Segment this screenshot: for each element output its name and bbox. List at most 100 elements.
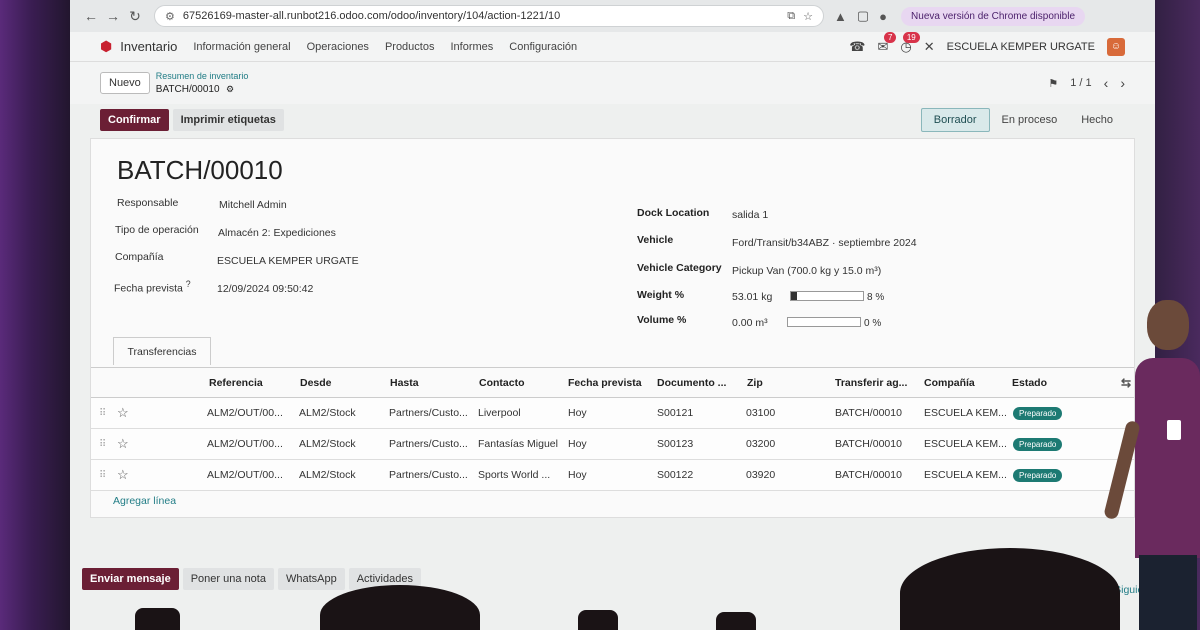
tab-transferencias[interactable]: Transferencias	[113, 337, 211, 365]
col-documento[interactable]: Documento ...	[657, 377, 726, 389]
print-labels-button[interactable]: Imprimir etiquetas	[172, 109, 284, 131]
col-estado[interactable]: Estado	[1012, 377, 1047, 389]
compania-field[interactable]: ESCUELA KEMPER URGATE	[217, 255, 359, 267]
status-badge: Preparado	[1013, 437, 1063, 451]
col-compania[interactable]: Compañía	[924, 377, 975, 389]
inventory-app-icon[interactable]: ⬢	[100, 38, 112, 55]
activity-clock-icon[interactable]: ◷ 19	[900, 31, 920, 55]
help-tooltip-icon[interactable]: ?	[186, 279, 191, 289]
col-transferir[interactable]: Transferir ag...	[835, 377, 907, 389]
back-icon[interactable]: ←	[80, 8, 102, 24]
tipo-operacion-field[interactable]: Almacén 2: Expediciones	[218, 227, 336, 239]
bookmark-star-icon[interactable]: ☆	[803, 10, 813, 23]
star-icon[interactable]: ☆	[117, 436, 129, 452]
fecha-prevista-label-text: Fecha prevista	[114, 282, 183, 295]
pager-next-icon[interactable]: ›	[1120, 75, 1125, 91]
status-step-en-proceso[interactable]: En proceso	[990, 109, 1070, 131]
navbar-systray: ☎ ✉ 7 ◷ 19 ✕ ESCUELA KEMPER URGATE ☺	[849, 31, 1125, 56]
cell-referencia[interactable]: ALM2/OUT/00...	[207, 438, 283, 450]
pager-previous-icon[interactable]: ‹	[1104, 75, 1109, 91]
forward-icon[interactable]: →	[102, 8, 124, 24]
cell-hasta: Partners/Custo...	[389, 438, 468, 450]
presenter-legs	[1139, 555, 1197, 630]
cell-documento: S00121	[657, 407, 694, 419]
menu-informacion-general[interactable]: Información general	[193, 41, 290, 53]
compania-label: Compañía	[115, 251, 164, 263]
new-button[interactable]: Nuevo	[100, 72, 150, 94]
cell-desde: ALM2/Stock	[299, 438, 356, 450]
tab-search-icon[interactable]: ▢	[857, 8, 869, 24]
cell-transferir: BATCH/00010	[835, 469, 902, 481]
status-step-hecho[interactable]: Hecho	[1069, 109, 1125, 131]
star-icon[interactable]: ☆	[117, 405, 129, 421]
table-header: Referencia Desde Hasta Contacto Fecha pr…	[91, 368, 1134, 398]
status-badge: Preparado	[1013, 406, 1063, 420]
col-desde[interactable]: Desde	[300, 377, 332, 389]
drag-handle-icon[interactable]: ⠿	[99, 408, 106, 419]
pager-value[interactable]: 1 / 1	[1070, 77, 1091, 89]
add-line-link[interactable]: Agregar línea	[113, 495, 176, 507]
vehicle-field[interactable]: Ford/Transit/b34ABZ · septiembre 2024	[732, 237, 917, 249]
install-icon[interactable]: ⧉	[787, 10, 795, 23]
menu-operaciones[interactable]: Operaciones	[307, 41, 369, 53]
confirm-button[interactable]: Confirmar	[100, 109, 169, 131]
table-row[interactable]: ⠿ ☆ ALM2/OUT/00... ALM2/Stock Partners/C…	[91, 398, 1134, 429]
cell-transferir: BATCH/00010	[835, 438, 902, 450]
breadcrumb-parent-link[interactable]: Resumen de inventario	[156, 70, 249, 82]
url-text: 67526169-master-all.runbot216.odoo.com/o…	[182, 10, 561, 22]
volume-progress-bar	[787, 317, 861, 327]
responsable-field[interactable]: Mitchell Admin	[219, 199, 287, 211]
log-note-button[interactable]: Poner una nota	[182, 568, 274, 590]
pin-icon[interactable]: ⚑	[1048, 77, 1058, 90]
col-zip[interactable]: Zip	[747, 377, 763, 389]
responsable-label: Responsable	[117, 197, 179, 209]
profile-icon[interactable]: ●	[879, 9, 887, 24]
col-hasta[interactable]: Hasta	[390, 377, 419, 389]
col-referencia[interactable]: Referencia	[209, 377, 263, 389]
cell-contacto: Liverpool	[478, 407, 521, 419]
menu-informes[interactable]: Informes	[450, 41, 493, 53]
reload-icon[interactable]: ↻	[124, 8, 146, 25]
fecha-prevista-field[interactable]: 12/09/2024 09:50:42	[217, 283, 313, 295]
table-row[interactable]: ⠿ ☆ ALM2/OUT/00... ALM2/Stock Partners/C…	[91, 429, 1134, 460]
weight-progress-bar	[790, 291, 864, 301]
drag-handle-icon[interactable]: ⠿	[99, 470, 106, 481]
chrome-update-button[interactable]: Nueva versión de Chrome disponible	[901, 6, 1086, 26]
user-avatar[interactable]: ☺	[1107, 37, 1125, 56]
company-switcher[interactable]: ESCUELA KEMPER URGATE	[947, 41, 1095, 53]
audience-seat	[135, 608, 180, 630]
cell-documento: S00122	[657, 469, 694, 481]
menu-productos[interactable]: Productos	[385, 41, 435, 53]
cell-fecha: Hoy	[568, 469, 587, 481]
col-fecha-prevista[interactable]: Fecha prevista	[568, 377, 642, 389]
send-message-button[interactable]: Enviar mensaje	[82, 568, 179, 590]
vehicle-category-field[interactable]: Pickup Van (700.0 kg y 15.0 m³)	[732, 265, 881, 277]
site-settings-icon[interactable]: ⚙	[165, 10, 175, 23]
record-actions-gear-icon[interactable]: ⚙	[226, 84, 234, 94]
table-row[interactable]: ⠿ ☆ ALM2/OUT/00... ALM2/Stock Partners/C…	[91, 460, 1134, 491]
cell-referencia[interactable]: ALM2/OUT/00...	[207, 407, 283, 419]
status-step-borrador[interactable]: Borrador	[920, 108, 990, 132]
status-badge: Preparado	[1013, 468, 1063, 482]
extension-icon[interactable]: ▲	[834, 9, 847, 24]
phone-icon[interactable]: ☎	[849, 39, 865, 55]
dock-location-label: Dock Location	[637, 207, 710, 219]
col-contacto[interactable]: Contacto	[479, 377, 525, 389]
menu-configuracion[interactable]: Configuración	[509, 41, 577, 53]
dock-location-field[interactable]: salida 1	[732, 209, 768, 221]
presenter-badge	[1167, 420, 1181, 440]
transfers-table: Referencia Desde Hasta Contacto Fecha pr…	[91, 367, 1134, 491]
cell-transferir: BATCH/00010	[835, 407, 902, 419]
cell-contacto: Sports World ...	[478, 469, 551, 481]
star-icon[interactable]: ☆	[117, 467, 129, 483]
app-name[interactable]: Inventario	[120, 39, 177, 54]
background-left	[0, 0, 70, 630]
whatsapp-button[interactable]: WhatsApp	[277, 568, 345, 590]
debug-tools-icon[interactable]: ✕	[924, 39, 935, 55]
audience-seat	[578, 610, 618, 630]
address-bar[interactable]: ⚙ 67526169-master-all.runbot216.odoo.com…	[154, 5, 824, 27]
messaging-icon[interactable]: ✉ 7	[878, 31, 897, 55]
weight-label: Weight %	[637, 289, 685, 301]
cell-referencia[interactable]: ALM2/OUT/00...	[207, 469, 283, 481]
drag-handle-icon[interactable]: ⠿	[99, 439, 106, 450]
